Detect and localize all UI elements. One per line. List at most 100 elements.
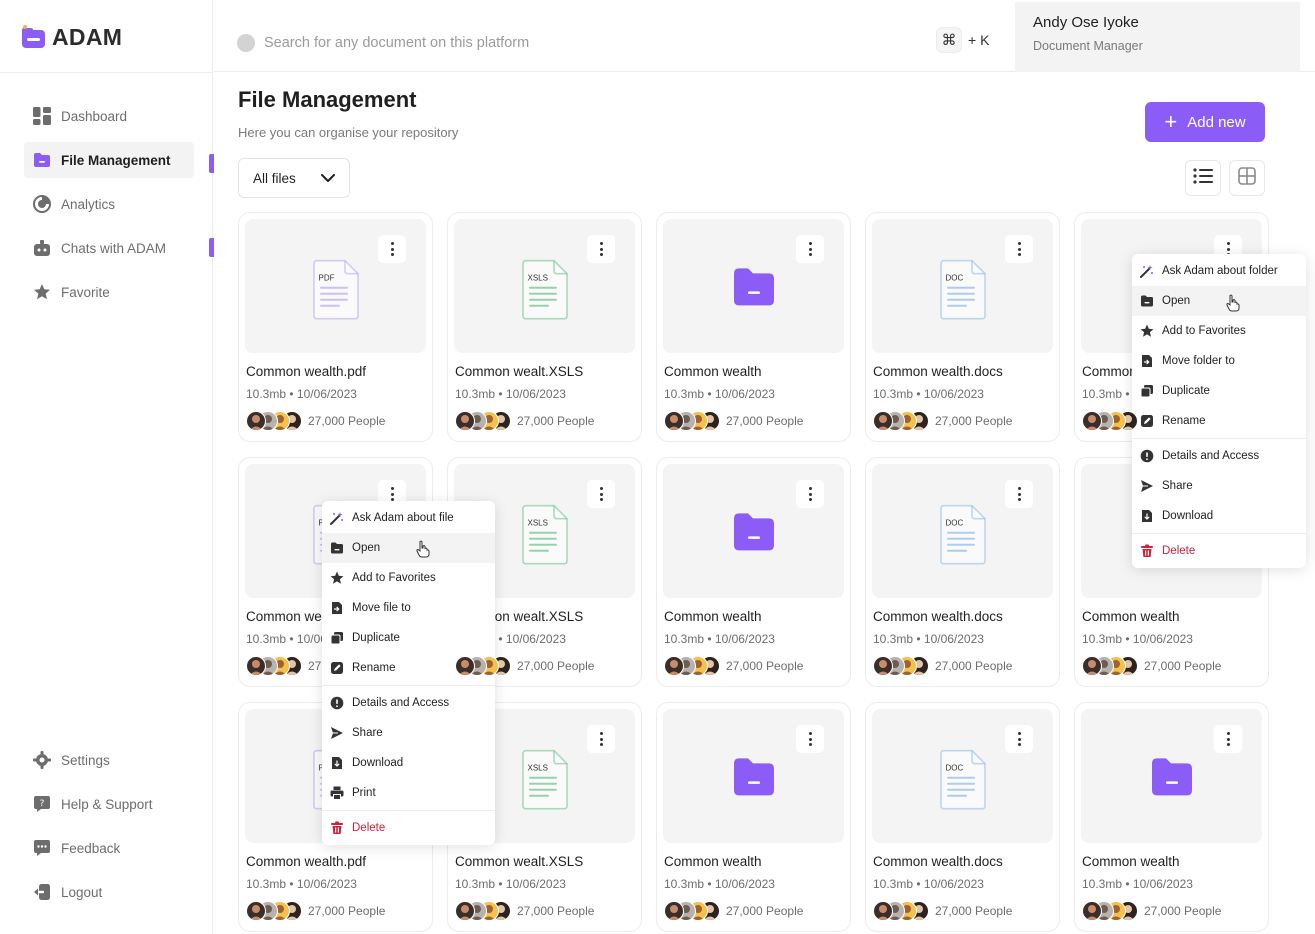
file-card[interactable]: XSLS Common wealt.XSLS 10.3mb • 10/06/2023… xyxy=(447,212,642,442)
people-count: 27,000 People xyxy=(935,414,1013,428)
rename-icon xyxy=(330,661,344,675)
magic-wand-icon xyxy=(330,511,344,525)
menu-item-details-and-access[interactable]: Details and Access xyxy=(322,688,495,718)
menu-item-print[interactable]: Print xyxy=(322,778,495,808)
file-card[interactable]: DOC Common wealth.docs 10.3mb • 10/06/2023… xyxy=(865,457,1060,687)
more-options-icon[interactable] xyxy=(796,235,824,263)
file-card[interactable]: DOC Common wealth.docs 10.3mb • 10/06/2023… xyxy=(865,212,1060,442)
file-thumbnail[interactable] xyxy=(663,219,844,353)
doc-file-icon: DOC xyxy=(938,504,988,566)
menu-item-add-to-favorites[interactable]: Add to Favorites xyxy=(1132,316,1306,346)
file-card[interactable]: DOC Common wealth.docs 10.3mb • 10/06/2023… xyxy=(865,702,1060,932)
more-options-icon[interactable] xyxy=(1005,480,1033,508)
menu-item-add-to-favorites[interactable]: Add to Favorites xyxy=(322,563,495,593)
file-thumbnail[interactable] xyxy=(1081,709,1262,843)
svg-text:?: ? xyxy=(39,799,44,809)
file-name: Common wealth xyxy=(664,364,762,379)
more-options-icon[interactable] xyxy=(1005,725,1033,753)
move-icon xyxy=(1140,354,1154,368)
menu-item-duplicate[interactable]: Duplicate xyxy=(1132,376,1306,406)
sidebar-item-favorite[interactable]: Favorite xyxy=(24,274,194,310)
file-thumbnail[interactable] xyxy=(663,709,844,843)
menu-item-delete[interactable]: Delete xyxy=(322,813,495,843)
menu-item-share[interactable]: Share xyxy=(1132,471,1306,501)
chat-bot-icon xyxy=(32,239,51,258)
menu-item-open[interactable]: Open xyxy=(1132,286,1306,316)
file-thumbnail[interactable]: PDF xyxy=(245,219,426,353)
file-card[interactable]: PDF Common wealth.pdf 10.3mb • 10/06/2023 2… xyxy=(238,212,433,442)
file-thumbnail[interactable]: DOC xyxy=(872,219,1053,353)
file-thumbnail[interactable]: XSLS xyxy=(454,219,635,353)
menu-item-details-and-access[interactable]: Details and Access xyxy=(1132,441,1306,471)
list-view-button[interactable] xyxy=(1185,160,1221,196)
shared-people: 27,000 People xyxy=(1082,900,1221,922)
more-options-icon[interactable] xyxy=(796,480,824,508)
menu-item-download[interactable]: Download xyxy=(322,748,495,778)
folder-card[interactable]: Common wealth 10.3mb • 10/06/2023 27,000 P… xyxy=(656,212,851,442)
menu-item-label: Open xyxy=(352,542,381,554)
pdf-file-icon: PDF xyxy=(311,259,361,321)
sidebar-item-logout[interactable]: Logout xyxy=(24,874,194,910)
menu-item-ask-adam-about-file[interactable]: Ask Adam about file xyxy=(322,503,495,533)
filter-value: All files xyxy=(253,170,296,186)
file-icon-wrapper: XSLS xyxy=(520,259,570,321)
folder-icon xyxy=(733,758,774,796)
file-filter-dropdown[interactable]: All files xyxy=(238,158,350,198)
menu-item-duplicate[interactable]: Duplicate xyxy=(322,623,495,653)
menu-item-ask-adam-about-folder[interactable]: Ask Adam about folder xyxy=(1132,256,1306,286)
file-name: Common wealth.docs xyxy=(873,854,1003,869)
more-options-icon[interactable] xyxy=(378,235,406,263)
sidebar-item-file-management[interactable]: File Management xyxy=(24,142,194,178)
folder-card[interactable]: Common wealth 10.3mb • 10/06/2023 27,000 P… xyxy=(1074,702,1269,932)
file-type-label: PDF xyxy=(318,273,335,283)
grid-view-button[interactable] xyxy=(1229,160,1265,196)
sidebar-item-help[interactable]: ? Help & Support xyxy=(24,786,194,822)
file-icon-wrapper: PDF xyxy=(311,259,361,321)
avatar xyxy=(1082,901,1102,921)
menu-item-label: Move folder to xyxy=(1162,355,1235,367)
menu-item-label: Download xyxy=(1162,510,1214,522)
menu-item-open[interactable]: Open xyxy=(322,533,495,563)
more-options-icon[interactable] xyxy=(587,725,615,753)
people-count: 27,000 People xyxy=(308,414,386,428)
user-profile[interactable]: Andy Ose Iyoke Document Manager xyxy=(1015,2,1300,72)
trash-icon xyxy=(330,821,344,835)
more-options-icon[interactable] xyxy=(1214,725,1242,753)
avatar xyxy=(246,656,266,676)
menu-item-move-file-to[interactable]: Move file to xyxy=(322,593,495,623)
file-type-label: DOC xyxy=(945,763,964,773)
menu-divider xyxy=(322,685,495,686)
file-thumbnail[interactable] xyxy=(663,464,844,598)
menu-divider xyxy=(1132,533,1306,534)
menu-item-rename[interactable]: Rename xyxy=(1132,406,1306,436)
sidebar-item-chats[interactable]: Chats with ADAM xyxy=(24,230,194,266)
adam-logo-icon xyxy=(20,24,47,50)
avatar xyxy=(1082,656,1102,676)
sidebar-item-dashboard[interactable]: Dashboard xyxy=(24,98,194,134)
avatar xyxy=(664,656,684,676)
menu-item-download[interactable]: Download xyxy=(1132,501,1306,531)
menu-item-move-folder-to[interactable]: Move folder to xyxy=(1132,346,1306,376)
more-options-icon[interactable] xyxy=(1005,235,1033,263)
sidebar-item-settings[interactable]: Settings xyxy=(24,742,194,778)
file-meta: 10.3mb • 10/06/2023 xyxy=(664,632,775,646)
menu-item-share[interactable]: Share xyxy=(322,718,495,748)
sidebar-bottom-nav: Settings ? Help & Support Feedback Logou… xyxy=(24,742,214,918)
folder-card[interactable]: Common wealth 10.3mb • 10/06/2023 27,000 P… xyxy=(656,457,851,687)
file-thumbnail[interactable]: DOC xyxy=(872,709,1053,843)
menu-item-delete[interactable]: Delete xyxy=(1132,536,1306,566)
more-options-icon[interactable] xyxy=(587,235,615,263)
file-name: Common wealth xyxy=(664,854,762,869)
file-name: Common wealth xyxy=(1082,609,1180,624)
more-options-icon[interactable] xyxy=(587,480,615,508)
search-input[interactable] xyxy=(264,28,884,58)
sidebar-item-feedback[interactable]: Feedback xyxy=(24,830,194,866)
sidebar-item-analytics[interactable]: Analytics xyxy=(24,186,194,222)
file-thumbnail[interactable]: DOC xyxy=(872,464,1053,598)
add-new-button[interactable]: + Add new xyxy=(1145,102,1265,142)
analytics-icon xyxy=(32,195,51,214)
menu-item-label: Print xyxy=(352,787,376,799)
more-options-icon[interactable] xyxy=(796,725,824,753)
folder-card[interactable]: Common wealth 10.3mb • 10/06/2023 27,000 P… xyxy=(656,702,851,932)
brand-logo[interactable]: ADAM xyxy=(20,22,122,52)
